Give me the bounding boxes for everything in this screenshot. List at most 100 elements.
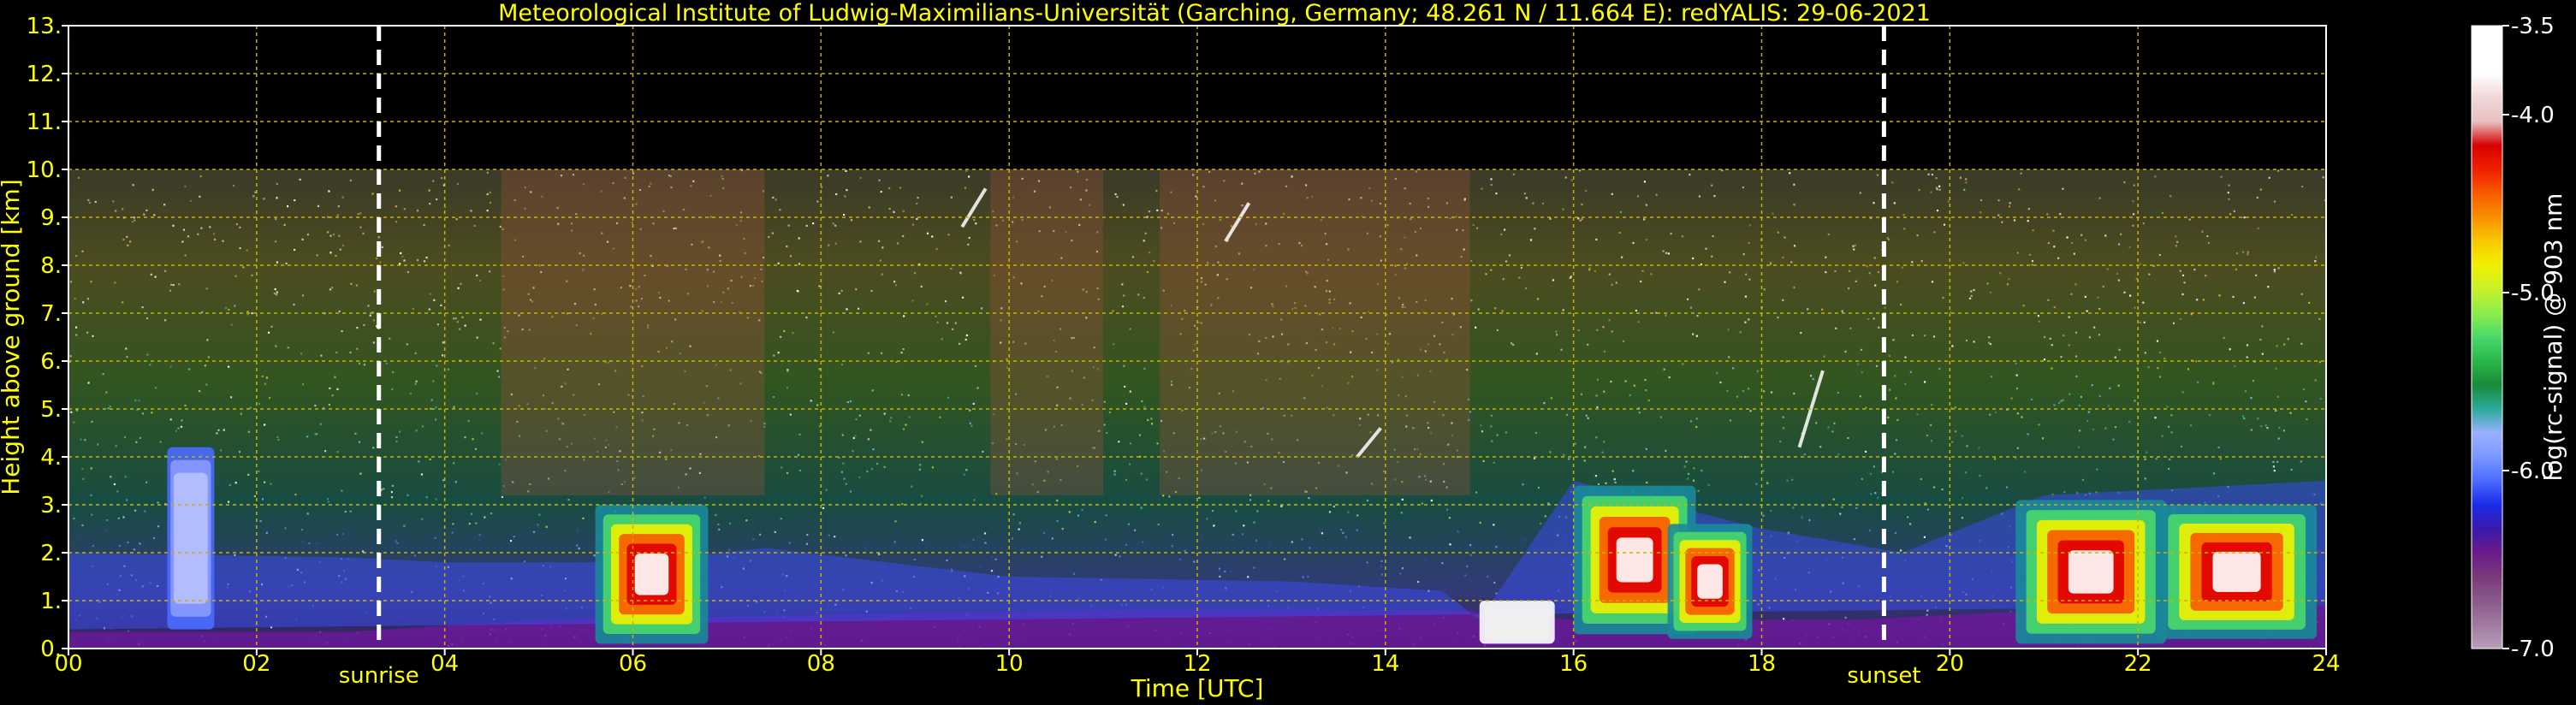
noise-speck [1931,174,1933,176]
noise-speck [420,473,424,476]
noise-speck [1873,202,1875,204]
noise-speck [169,418,172,421]
noise-speck [181,419,183,422]
noise-speck [1633,384,1635,387]
noise-speck [805,542,808,545]
noise-speck [392,371,395,374]
noise-speck [153,214,156,216]
noise-speck [391,484,395,487]
noise-speck [772,196,775,199]
noise-speck [2142,301,2145,304]
noise-speck [2212,382,2215,384]
noise-speck [1587,417,1589,419]
noise-speck [1501,310,1504,312]
noise-speck [1525,197,1528,199]
noise-speck [205,383,208,386]
noise-speck [265,376,269,379]
noise-speck [1943,223,1946,226]
noise-speck [2140,263,2142,265]
noise-speck [1611,330,1613,333]
noise-speck [1825,256,1827,258]
noise-speck [1687,477,1689,480]
noise-speck [1113,473,1116,476]
noise-speck [727,548,730,552]
noise-speck [116,490,119,493]
noise-speck [1595,436,1598,439]
noise-speck [363,323,365,326]
noise-speck [1965,178,1968,181]
noise-speck [118,544,122,547]
noise-speck [786,471,789,474]
noise-speck [1193,560,1196,563]
noise-speck [1481,430,1483,433]
noise-speck [87,382,90,384]
noise-speck [537,524,539,526]
noise-speck [845,554,847,557]
noise-speck [1698,195,1701,198]
noise-speck [90,467,92,470]
noise-speck [395,205,397,208]
noise-speck [1113,470,1116,472]
noise-speck [2157,367,2159,370]
noise-speck [418,460,420,463]
noise-speck [1601,451,1604,453]
noise-speck [911,223,915,226]
noise-speck [181,240,184,243]
noise-speck [359,472,362,475]
noise-speck [2193,269,2196,271]
noise-speck [126,499,128,501]
noise-speck [336,388,340,390]
noise-speck [1552,279,1554,281]
noise-speck [371,193,374,195]
noise-speck [451,531,454,534]
noise-speck [984,542,987,544]
noise-speck [336,214,339,216]
noise-speck [878,240,881,242]
noise-speck [1470,299,1473,302]
noise-speck [1523,539,1526,542]
noise-speck [858,476,861,478]
noise-speck [146,353,149,356]
noise-speck [2021,416,2023,418]
noise-speck [127,244,129,246]
noise-speck [263,198,265,200]
noise-speck [2144,352,2146,354]
noise-speck [1112,310,1114,312]
noise-speck [1801,516,1803,518]
noise-speck [973,219,976,222]
noise-speck [429,458,431,460]
noise-speck [974,364,977,367]
noise-speck [2063,491,2066,494]
noise-speck [2283,343,2286,346]
noise-speck [2070,293,2073,295]
noise-speck [75,409,78,412]
noise-speck [2010,397,2013,400]
noise-speck [893,541,896,543]
noise-speck [798,433,801,435]
noise-speck [1366,561,1368,564]
noise-speck [964,546,966,548]
noise-speck [1742,253,1745,256]
noise-speck [2027,433,2029,435]
noise-speck [110,476,112,478]
noise-speck [1342,531,1344,534]
noise-speck [2229,348,2231,351]
noise-speck [225,306,228,310]
noise-speck [1623,340,1625,342]
noise-speck [576,544,579,547]
noise-speck [828,244,830,246]
signal-band [990,169,1104,495]
noise-speck [1547,502,1550,505]
noise-speck [139,542,141,545]
noise-speck [2081,478,2084,481]
noise-speck [155,387,157,389]
noise-speck [163,204,166,206]
noise-speck [1873,257,1876,259]
noise-speck [972,538,975,541]
noise-speck [947,396,949,399]
noise-speck [2273,269,2276,271]
noise-speck [1894,453,1896,455]
noise-speck [1783,618,1785,620]
noise-speck [1736,395,1739,398]
noise-speck [1504,228,1506,231]
